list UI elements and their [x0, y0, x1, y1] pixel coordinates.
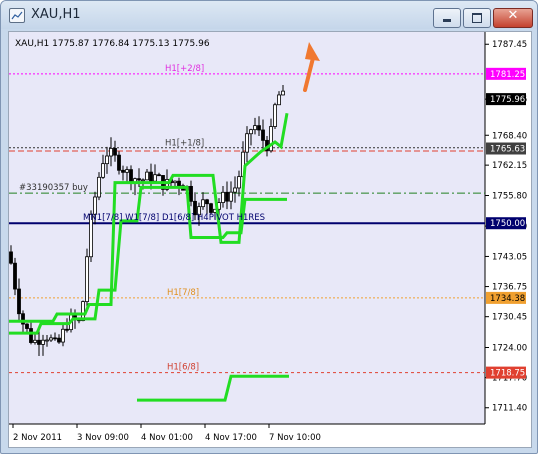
candle-body — [209, 203, 213, 213]
candle-body — [41, 339, 45, 345]
candle-body — [205, 199, 209, 205]
candle-body — [113, 147, 117, 156]
price-tick-label: 1724.00 — [492, 344, 527, 354]
chart-window: XAU,H1 ✕ H1[+2/8] H1[+1/8] #33190357 buy MN… — [0, 0, 538, 454]
price-tick-label: 1743.05 — [492, 252, 527, 262]
candle-body — [189, 185, 193, 202]
candle-body — [61, 328, 65, 343]
candle-body — [149, 171, 153, 182]
close-icon: ✕ — [507, 8, 519, 23]
maximize-button[interactable] — [463, 8, 491, 28]
candle-body — [105, 155, 109, 165]
candle — [85, 248, 89, 310]
candle-body — [53, 337, 57, 340]
chart-window-icon — [9, 8, 25, 23]
window-title: XAU,H1 — [31, 7, 81, 22]
candle-body — [49, 337, 53, 341]
price-tag-label: 1765.63 — [490, 145, 525, 155]
candle-body — [273, 104, 277, 127]
candle-body — [245, 133, 249, 153]
price-tick-label: 1787.45 — [492, 40, 527, 50]
candle-body — [17, 288, 21, 315]
candle-body — [249, 129, 253, 135]
candle-body — [57, 337, 61, 343]
candle-body — [117, 154, 121, 171]
candle-body — [93, 196, 97, 215]
price-tag-label: 1734.38 — [490, 294, 525, 304]
candle-body — [229, 191, 233, 202]
candle-body — [37, 339, 41, 345]
candle-body — [277, 94, 281, 106]
candle-body — [221, 191, 225, 203]
level-label: #33190357 buy — [19, 183, 88, 193]
candle-body — [65, 328, 69, 331]
price-chart[interactable]: H1[+2/8] H1[+1/8] #33190357 buy MN1[7/8] W1… — [8, 31, 532, 448]
minimize-button[interactable] — [433, 8, 461, 28]
candle-body — [137, 178, 141, 181]
candle-body — [25, 323, 29, 329]
level-label: MN1[7/8] W1[7/8] D1[6/8] H4PIVOT H1RES — [83, 213, 265, 223]
level-label: H1[+2/8] — [165, 64, 204, 74]
minimize-icon — [443, 19, 451, 22]
candle-body — [45, 339, 49, 342]
price-tag-label: 1775.96 — [490, 95, 525, 105]
candle-body — [253, 125, 257, 131]
level-label: H1[+1/8] — [165, 139, 204, 149]
candle-body — [201, 199, 205, 208]
candle-body — [225, 191, 229, 202]
candle-body — [145, 171, 149, 181]
candle-body — [121, 169, 125, 173]
time-tick-label: 4 Nov 17:00 — [205, 433, 257, 443]
candle-body — [33, 339, 37, 343]
candle-body — [29, 328, 33, 343]
time-tick-label: 4 Nov 01:00 — [141, 433, 193, 443]
close-button[interactable]: ✕ — [493, 8, 533, 28]
price-tag-label: 1718.75 — [490, 369, 525, 379]
title-bar[interactable]: XAU,H1 ✕ — [1, 1, 537, 29]
price-tick-label: 1755.80 — [492, 191, 527, 201]
candle-body — [233, 187, 237, 193]
price-tick-label: 1736.75 — [492, 283, 527, 293]
price-tick-label: 1768.40 — [492, 131, 527, 141]
candle-body — [157, 174, 161, 177]
candle-body — [153, 174, 157, 182]
candle-body — [261, 129, 265, 141]
candle-body — [109, 147, 113, 157]
level-label: H1[6/8] — [167, 363, 199, 373]
time-tick-label: 3 Nov 09:00 — [77, 433, 129, 443]
time-tick-label: 2 Nov 2011 — [13, 433, 62, 443]
candle — [273, 102, 277, 129]
plot-background — [9, 32, 485, 424]
candle-body — [125, 169, 129, 173]
candle-body — [141, 179, 145, 182]
price-tick-label: 1730.45 — [492, 313, 527, 323]
chart-canvas[interactable]: H1[+2/8] H1[+1/8] #33190357 buy MN1[7/8] W1… — [9, 32, 531, 447]
candle-body — [13, 262, 17, 290]
level-label: H1[7/8] — [167, 288, 199, 298]
price-tick-label: 1762.15 — [492, 161, 527, 171]
candle-body — [173, 180, 177, 184]
price-tag-label: 1750.00 — [490, 219, 525, 229]
maximize-icon — [472, 13, 482, 23]
candle-body — [237, 176, 241, 189]
chart-info-line: XAU,H1 1775.87 1776.84 1775.13 1775.96 — [15, 39, 210, 49]
time-tick-label: 7 Nov 10:00 — [269, 433, 321, 443]
candle-body — [97, 176, 101, 198]
candle-body — [9, 251, 13, 264]
price-tag-label: 1781.25 — [490, 70, 525, 80]
candle-body — [85, 256, 89, 303]
candle-body — [257, 125, 261, 131]
price-tick-label: 1711.40 — [492, 404, 527, 414]
candle-body — [177, 180, 181, 187]
candle-body — [281, 90, 285, 96]
candle-body — [101, 163, 105, 178]
